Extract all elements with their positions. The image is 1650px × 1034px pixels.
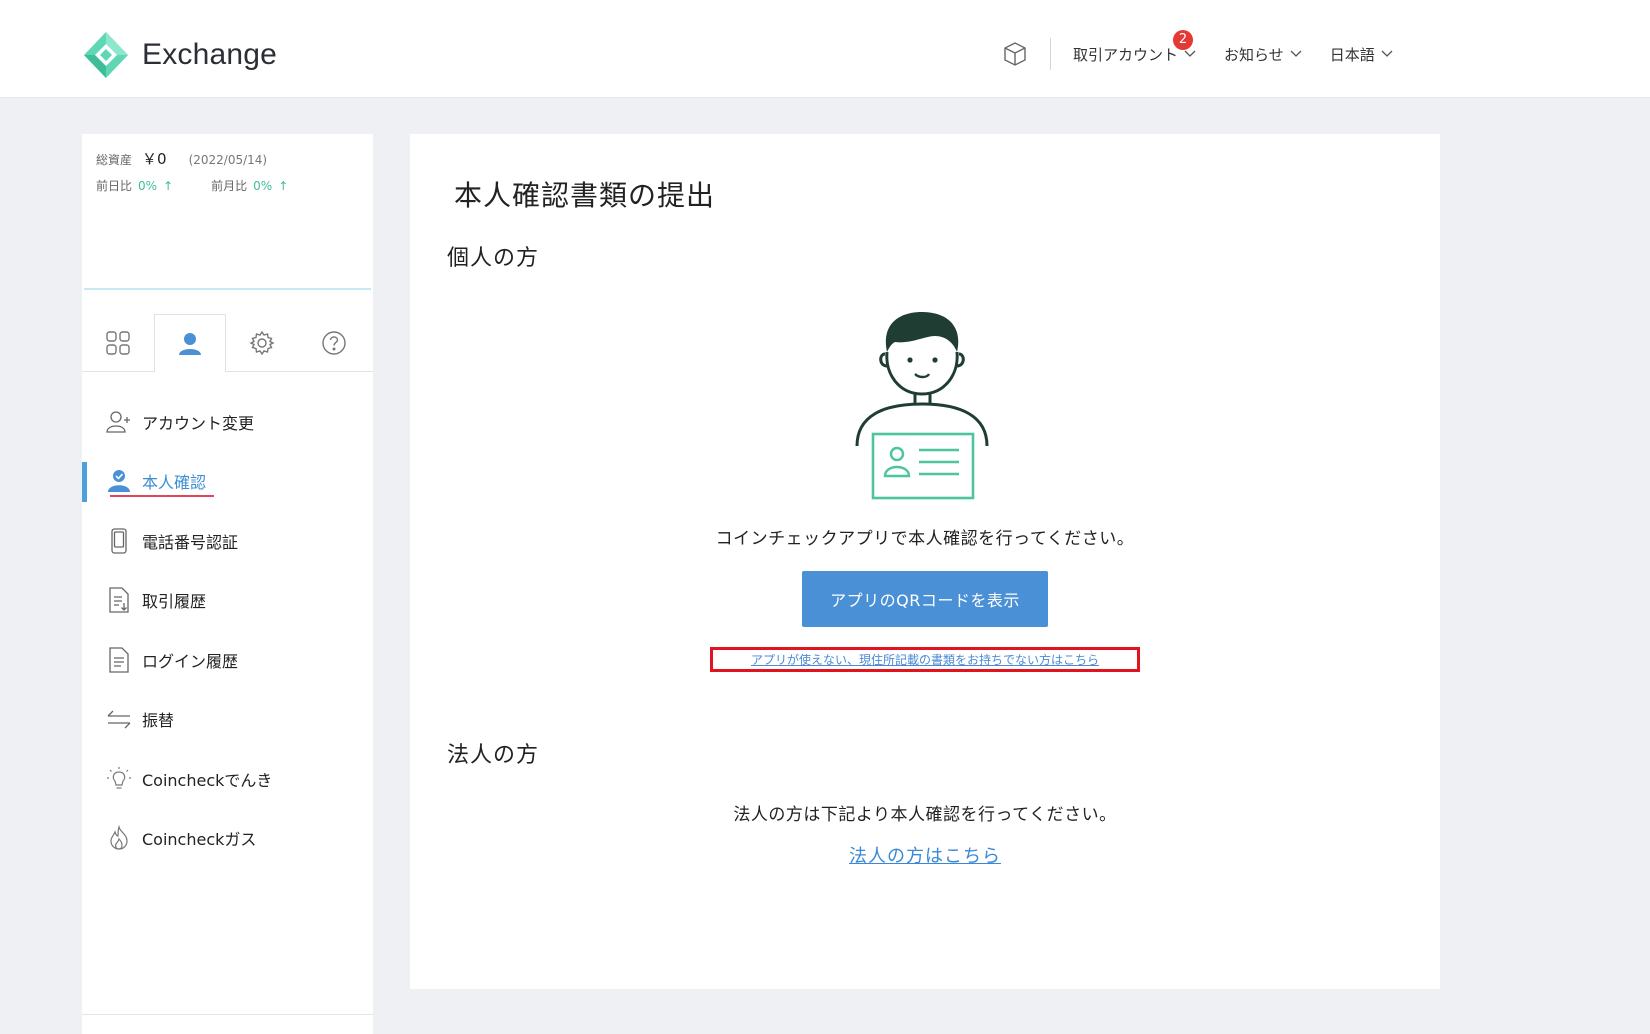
- sidebar-item-account-change[interactable]: アカウント変更: [82, 392, 373, 452]
- user-check-icon: [106, 468, 132, 494]
- sidebar-item-label: 電話番号認証: [142, 532, 239, 552]
- alternative-verification-link[interactable]: アプリが使えない、現住所記載の書類をお持ちでない方はこちら: [713, 651, 1137, 668]
- corporate-heading: 法人の方: [447, 743, 540, 768]
- user-plus-icon: [106, 409, 132, 435]
- header: Exchange 取引アカウント 2 お知らせ 日本語: [0, 0, 1650, 98]
- sidebar-item-phone-verification[interactable]: 電話番号認証: [82, 511, 373, 571]
- prev-day-label: 前日比: [96, 179, 133, 193]
- tab-settings[interactable]: [226, 314, 298, 372]
- document-download-icon: [106, 587, 132, 613]
- arrow-up-icon: ↑: [163, 178, 174, 193]
- sidebar-item-coincheck-gas[interactable]: Coincheckガス: [82, 809, 373, 869]
- show-qr-code-button[interactable]: アプリのQRコードを表示: [802, 571, 1048, 627]
- highlight-box: アプリが使えない、現住所記載の書類をお持ちでない方はこちら: [710, 647, 1140, 672]
- identity-illustration: [855, 312, 989, 500]
- sidebar-item-label: アカウント変更: [142, 413, 255, 433]
- sidebar-nav: アカウント変更 本人確認 電話番号認証 取引履歴 ログイン履歴 振替 Coinc…: [82, 392, 373, 868]
- sidebar-item-label: 取引履歴: [142, 592, 207, 612]
- sidebar: 総資産 ￥0 (2022/05/14) 前日比 0% ↑ 前月比 0% ↑ アカ…: [82, 134, 373, 1034]
- user-icon: [179, 332, 201, 355]
- main-panel: 本人確認書類の提出 個人の方 コインチェックアプリで本人確認を行ってください。 …: [410, 134, 1440, 989]
- sidebar-item-transfer[interactable]: 振替: [82, 690, 373, 750]
- page-title: 本人確認書類の提出: [454, 179, 716, 212]
- tab-dashboard[interactable]: [82, 314, 154, 372]
- corporate-verification-link[interactable]: 法人の方はこちら: [410, 842, 1440, 868]
- sidebar-item-label: ログイン履歴: [142, 651, 239, 671]
- chevron-down-icon: [1381, 50, 1393, 57]
- notification-badge: 2: [1173, 29, 1193, 50]
- tab-help[interactable]: [298, 314, 370, 372]
- sidebar-item-coincheck-denki[interactable]: Coincheckでんき: [82, 749, 373, 809]
- active-underline: [110, 494, 214, 497]
- news-menu[interactable]: お知らせ: [1224, 44, 1302, 65]
- prev-month-label: 前月比: [211, 179, 248, 193]
- chevron-down-icon: [1184, 50, 1196, 57]
- individual-instruction: コインチェックアプリで本人確認を行ってください。: [715, 529, 1135, 549]
- sidebar-item-label: 振替: [142, 711, 175, 731]
- sidebar-item-label: Coincheckでんき: [142, 770, 273, 790]
- cube-icon[interactable]: [1000, 39, 1030, 69]
- divider: [82, 1014, 373, 1015]
- assets-date: (2022/05/14): [188, 153, 268, 167]
- arrow-up-icon: ↑: [278, 178, 289, 193]
- chevron-down-icon: [1290, 50, 1302, 57]
- tab-account[interactable]: [154, 314, 226, 373]
- logo-icon: [84, 32, 128, 78]
- header-nav: 取引アカウント 2 お知らせ 日本語: [1000, 29, 1421, 74]
- total-assets-label: 総資産: [96, 153, 133, 167]
- sidebar-item-trade-history[interactable]: 取引履歴: [82, 571, 373, 631]
- header-divider: [1050, 38, 1051, 70]
- sidebar-item-label: Coincheckガス: [142, 830, 257, 850]
- corporate-instruction: 法人の方は下記より本人確認を行ってください。: [733, 805, 1117, 825]
- logo[interactable]: Exchange: [82, 30, 277, 80]
- news-label: お知らせ: [1224, 45, 1284, 64]
- prev-month-pct: 0%: [253, 178, 273, 193]
- trading-account-menu[interactable]: 取引アカウント 2: [1073, 29, 1196, 65]
- prev-day-pct: 0%: [138, 178, 158, 193]
- sidebar-item-identity-verification[interactable]: 本人確認: [82, 452, 373, 512]
- sidebar-item-login-history[interactable]: ログイン履歴: [82, 630, 373, 690]
- phone-icon: [106, 528, 132, 554]
- help-icon: [322, 331, 346, 355]
- sidebar-item-label: 本人確認: [142, 473, 207, 493]
- total-assets-value: ￥0: [142, 150, 167, 168]
- bulb-icon: [106, 766, 132, 792]
- transfer-icon: [106, 706, 132, 732]
- gear-icon: [249, 330, 275, 356]
- brand-name: Exchange: [142, 38, 278, 71]
- sidebar-tabs: [82, 314, 373, 373]
- asset-summary: 総資産 ￥0 (2022/05/14) 前日比 0% ↑ 前月比 0% ↑: [84, 134, 371, 290]
- flame-icon: [106, 825, 132, 851]
- grid-icon: [106, 331, 130, 355]
- trading-account-label: 取引アカウント: [1073, 45, 1179, 64]
- language-label: 日本語: [1329, 45, 1375, 64]
- language-menu[interactable]: 日本語: [1330, 44, 1393, 65]
- document-icon: [106, 647, 132, 673]
- individual-heading: 個人の方: [447, 246, 540, 271]
